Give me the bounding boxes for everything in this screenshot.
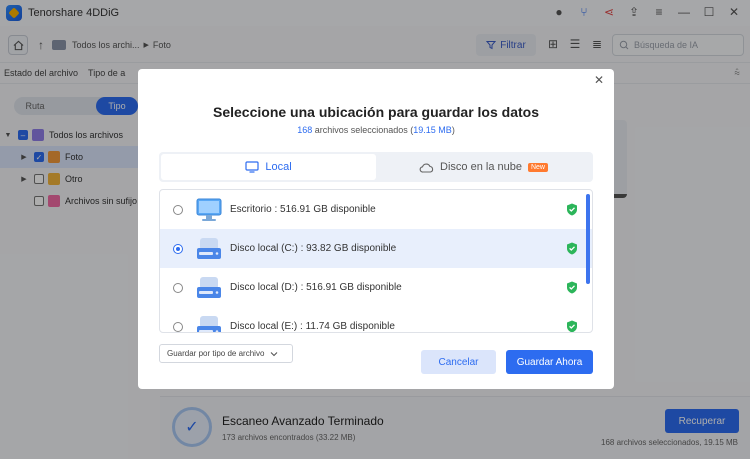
drive-label: Disco local (E:) : 11.74 GB disponible	[230, 321, 395, 332]
drive-label: Disco local (C:) : 93.82 GB disponible	[230, 243, 397, 254]
desktop-icon	[196, 197, 222, 223]
tab-local-label: Local	[265, 161, 292, 173]
drive-list: Escritorio : 516.91 GB disponible Disco …	[159, 189, 593, 333]
save-now-button[interactable]: Guardar Ahora	[506, 350, 593, 374]
hard-disk-icon	[196, 314, 222, 332]
new-badge: New	[527, 162, 548, 172]
radio[interactable]	[173, 282, 183, 293]
drive-item-d[interactable]: Disco local (D:) : 516.91 GB disponible	[160, 268, 592, 307]
selected-size: 19.15 MB	[413, 125, 452, 135]
hard-disk-icon	[196, 275, 222, 301]
drive-label: Disco local (D:) : 516.91 GB disponible	[230, 282, 402, 293]
shield-check-icon	[567, 203, 577, 216]
selected-text-end: )	[451, 125, 455, 135]
shield-check-icon	[567, 281, 577, 294]
monitor-icon	[245, 161, 259, 173]
cancel-button[interactable]: Cancelar	[421, 350, 496, 374]
radio[interactable]	[173, 243, 183, 254]
hard-disk-icon	[196, 236, 222, 262]
save-type-dropdown[interactable]: Guardar por tipo de archivo	[159, 344, 293, 363]
cloud-icon	[419, 162, 434, 173]
dialog-title: Seleccione una ubicación para guardar lo…	[213, 104, 539, 120]
save-location-dialog: ✕ Seleccione una ubicación para guardar …	[138, 69, 614, 389]
tab-cloud[interactable]: Disco en la nube New	[376, 154, 591, 180]
drive-list-scrollbar[interactable]	[586, 194, 590, 284]
destination-tabs: Local Disco en la nube New	[159, 152, 593, 182]
dialog-subtitle: 168 archivos seleccionados (19.15 MB)	[138, 125, 614, 135]
radio[interactable]	[173, 204, 183, 215]
drive-item-c[interactable]: Disco local (C:) : 93.82 GB disponible	[160, 229, 592, 268]
chevron-down-icon	[271, 351, 278, 356]
close-icon[interactable]: ✕	[592, 73, 606, 87]
drive-item-desktop[interactable]: Escritorio : 516.91 GB disponible	[160, 190, 592, 229]
shield-check-icon	[567, 242, 577, 255]
drive-label: Escritorio : 516.91 GB disponible	[230, 204, 376, 215]
shield-check-icon	[567, 320, 577, 332]
selected-count: 168	[297, 125, 313, 135]
tab-local[interactable]: Local	[161, 154, 376, 180]
radio[interactable]	[173, 321, 183, 332]
selected-text: archivos seleccionados (	[312, 125, 414, 135]
drive-item-e[interactable]: Disco local (E:) : 11.74 GB disponible	[160, 307, 592, 332]
save-type-label: Guardar por tipo de archivo	[167, 349, 265, 358]
tab-cloud-label: Disco en la nube	[440, 161, 522, 173]
